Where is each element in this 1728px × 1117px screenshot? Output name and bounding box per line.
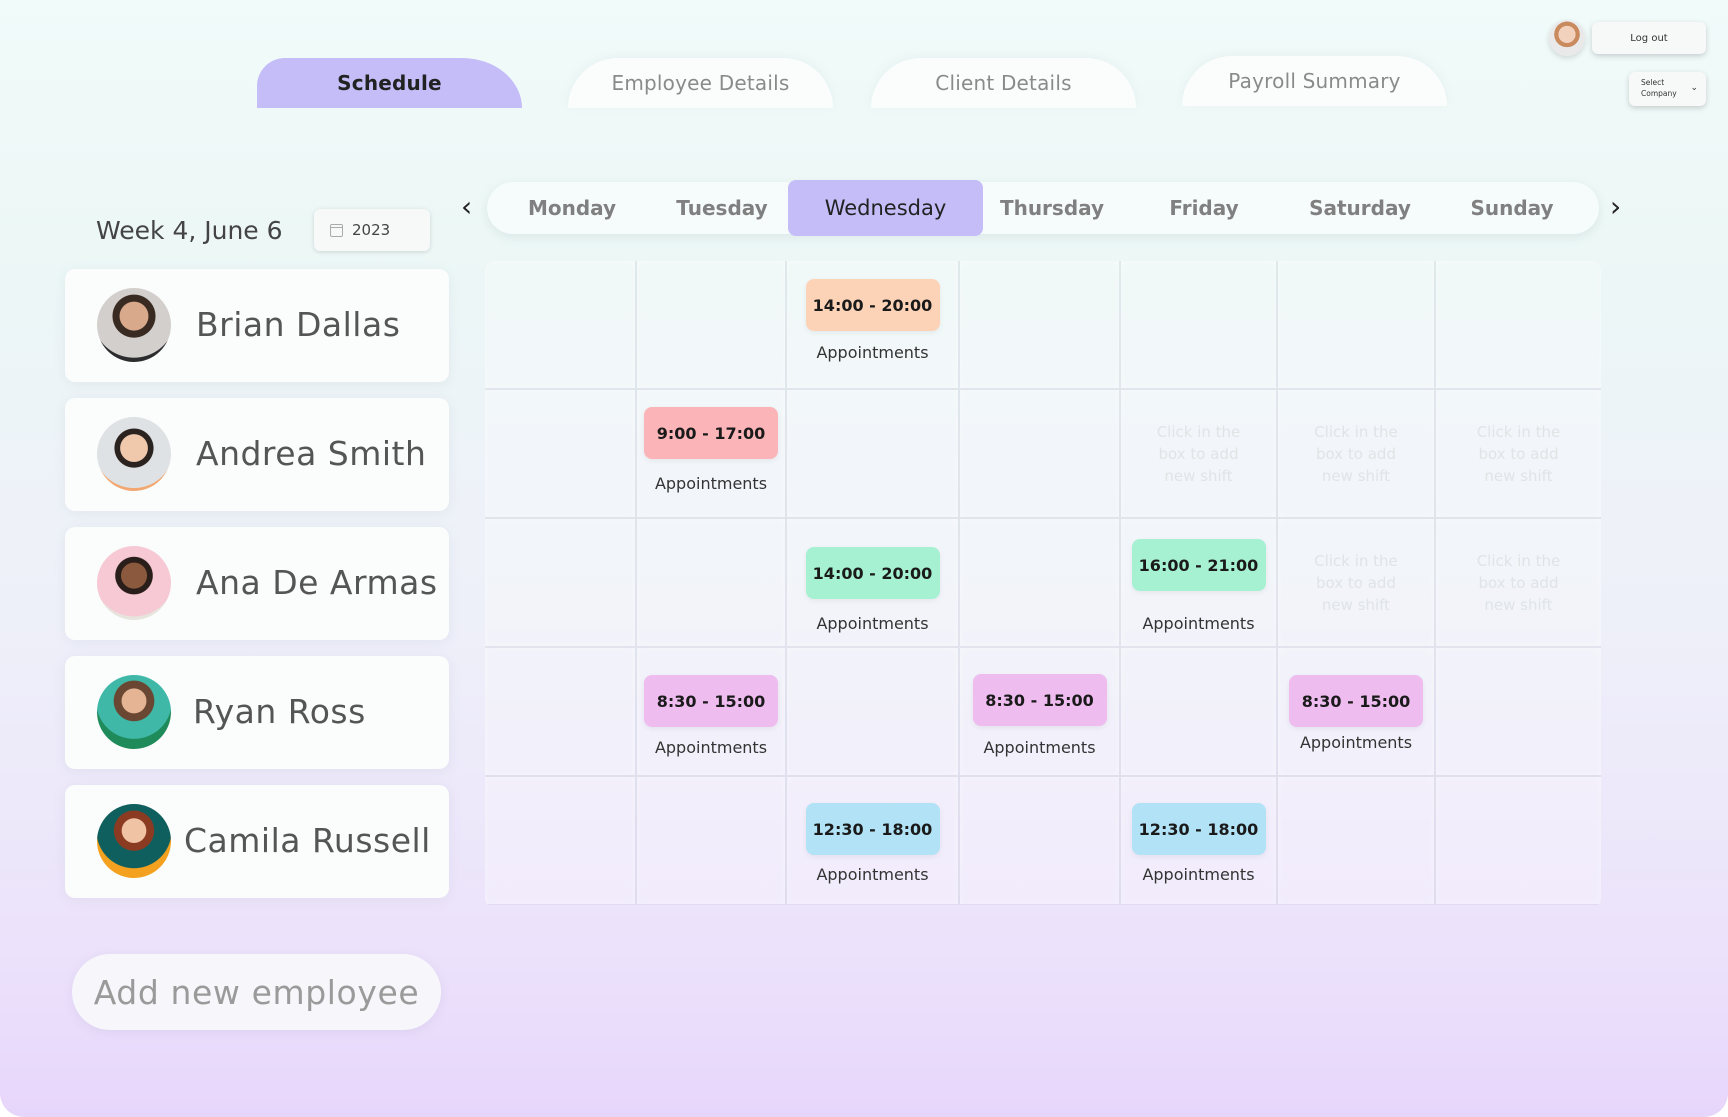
hint-line: box to add [1316, 574, 1396, 592]
avatar [97, 546, 171, 620]
select-company-dropdown[interactable]: Select Company ⌄ [1629, 72, 1706, 106]
user-avatar[interactable] [1549, 20, 1585, 56]
schedule-cell[interactable] [485, 777, 635, 904]
shift-time-badge[interactable]: 16:00 - 21:00 [1131, 539, 1266, 591]
schedule-cell[interactable] [485, 519, 635, 646]
hint-line: Click in the [1156, 423, 1241, 441]
schedule-cell[interactable] [1436, 261, 1601, 388]
add-employee-button[interactable]: Add new employee [72, 954, 441, 1030]
employee-card-brian[interactable]: Brian Dallas [65, 269, 449, 382]
add-shift-hint: Click in the box to add new shift [1149, 421, 1249, 487]
add-shift-hint: Click in the box to add new shift [1306, 421, 1406, 487]
employee-name: Andrea Smith [196, 434, 427, 473]
hint-line: Click in the [1314, 552, 1398, 570]
app-root: Schedule Employee Details Client Details… [0, 0, 1728, 1117]
day-sunday[interactable]: Sunday [1427, 182, 1597, 234]
year-value: 2023 [352, 221, 391, 239]
week-label: Week 4, June 6 [96, 216, 283, 245]
employee-card-ana[interactable]: Ana De Armas [65, 527, 449, 640]
logout-button[interactable]: Log out [1592, 22, 1706, 54]
hint-line: Click in the [1476, 552, 1561, 570]
tab-payroll-summary[interactable]: Payroll Summary [1182, 56, 1447, 106]
shift-label: Appointments [816, 865, 929, 884]
schedule-cell[interactable] [960, 390, 1119, 517]
day-friday[interactable]: Friday [1119, 182, 1289, 234]
calendar-icon [330, 223, 343, 237]
avatar [97, 675, 171, 749]
avatar [97, 417, 171, 491]
hint-line: new shift [1484, 467, 1553, 485]
schedule-cell[interactable] [787, 390, 958, 517]
day-wednesday[interactable]: Wednesday [788, 180, 983, 236]
shift-time-badge[interactable]: 8:30 - 15:00 [972, 674, 1107, 726]
employee-card-camila[interactable]: Camila Russell [65, 785, 449, 898]
schedule-cell[interactable] [787, 648, 958, 775]
hint-line: new shift [1321, 596, 1391, 614]
day-thursday[interactable]: Thursday [967, 182, 1137, 234]
schedule-cell[interactable] [1436, 648, 1601, 775]
schedule-cell[interactable] [1278, 261, 1434, 388]
schedule-grid: 14:00 - 20:00 Appointments 9:00 - 17:00 App… [485, 261, 1601, 908]
day-saturday[interactable]: Saturday [1275, 182, 1445, 234]
avatar [97, 804, 171, 878]
hint-line: box to add [1316, 445, 1396, 463]
shift-label: Appointments [983, 738, 1096, 757]
next-week-arrow-icon[interactable]: › [1610, 190, 1621, 223]
hint-line: Click in the [1314, 423, 1398, 441]
add-shift-hint: Click in the box to add new shift [1306, 550, 1406, 616]
schedule-cell[interactable] [485, 390, 635, 517]
shift-label: Appointments [654, 738, 768, 757]
schedule-cell[interactable] [1278, 777, 1434, 904]
employee-name: Ana De Armas [196, 563, 438, 602]
shift-label: Appointments [1299, 733, 1413, 752]
add-shift-hint: Click in the box to add new shift [1469, 550, 1569, 616]
tab-employee-details[interactable]: Employee Details [568, 58, 833, 108]
employee-card-ryan[interactable]: Ryan Ross [65, 656, 449, 769]
shift-label: Appointments [654, 474, 768, 493]
year-picker[interactable]: 2023 [314, 209, 430, 251]
shift-label: Appointments [1142, 865, 1255, 884]
tab-client-details[interactable]: Client Details [871, 58, 1136, 108]
hint-line: box to add [1158, 445, 1239, 463]
employee-name: Brian Dallas [196, 305, 401, 344]
schedule-cell[interactable] [960, 519, 1119, 646]
schedule-cell[interactable] [960, 777, 1119, 904]
schedule-cell[interactable] [960, 261, 1119, 388]
shift-time-badge[interactable]: 8:30 - 15:00 [644, 675, 778, 727]
employee-name: Camila Russell [184, 821, 431, 860]
hint-line: new shift [1164, 467, 1233, 485]
schedule-cell[interactable] [485, 648, 635, 775]
shift-label: Appointments [816, 343, 929, 362]
shift-time-badge[interactable]: 14:00 - 20:00 [805, 547, 940, 599]
employee-card-andrea[interactable]: Andrea Smith [65, 398, 449, 511]
tab-schedule[interactable]: Schedule [257, 58, 522, 108]
schedule-cell[interactable] [1121, 648, 1276, 775]
shift-time-badge[interactable]: 12:30 - 18:00 [805, 803, 940, 855]
schedule-cell[interactable] [1436, 777, 1601, 904]
day-monday[interactable]: Monday [487, 182, 657, 234]
shift-time-badge[interactable]: 9:00 - 17:00 [644, 407, 778, 459]
hint-line: box to add [1478, 574, 1559, 592]
avatar [97, 288, 171, 362]
prev-week-arrow-icon[interactable]: ‹ [461, 190, 472, 223]
shift-label: Appointments [1142, 614, 1255, 633]
day-tuesday[interactable]: Tuesday [637, 182, 807, 234]
shift-time-badge[interactable]: 14:00 - 20:00 [805, 279, 940, 331]
day-bar: Monday Tuesday Wednesday Thursday Friday… [487, 180, 1599, 236]
shift-time-badge[interactable]: 8:30 - 15:00 [1289, 675, 1423, 727]
hint-line: box to add [1478, 445, 1559, 463]
schedule-cell[interactable] [485, 261, 635, 388]
schedule-cell[interactable] [637, 261, 785, 388]
shift-time-badge[interactable]: 12:30 - 18:00 [1131, 803, 1266, 855]
employee-name: Ryan Ross [193, 692, 366, 731]
add-shift-hint: Click in the box to add new shift [1469, 421, 1569, 487]
hint-line: new shift [1484, 596, 1553, 614]
schedule-cell[interactable] [637, 519, 785, 646]
schedule-cell[interactable] [637, 777, 785, 904]
shift-label: Appointments [816, 614, 929, 633]
hint-line: new shift [1321, 467, 1391, 485]
hint-line: Click in the [1476, 423, 1561, 441]
schedule-cell[interactable] [1121, 261, 1276, 388]
chevron-down-icon: ⌄ [1690, 83, 1698, 93]
